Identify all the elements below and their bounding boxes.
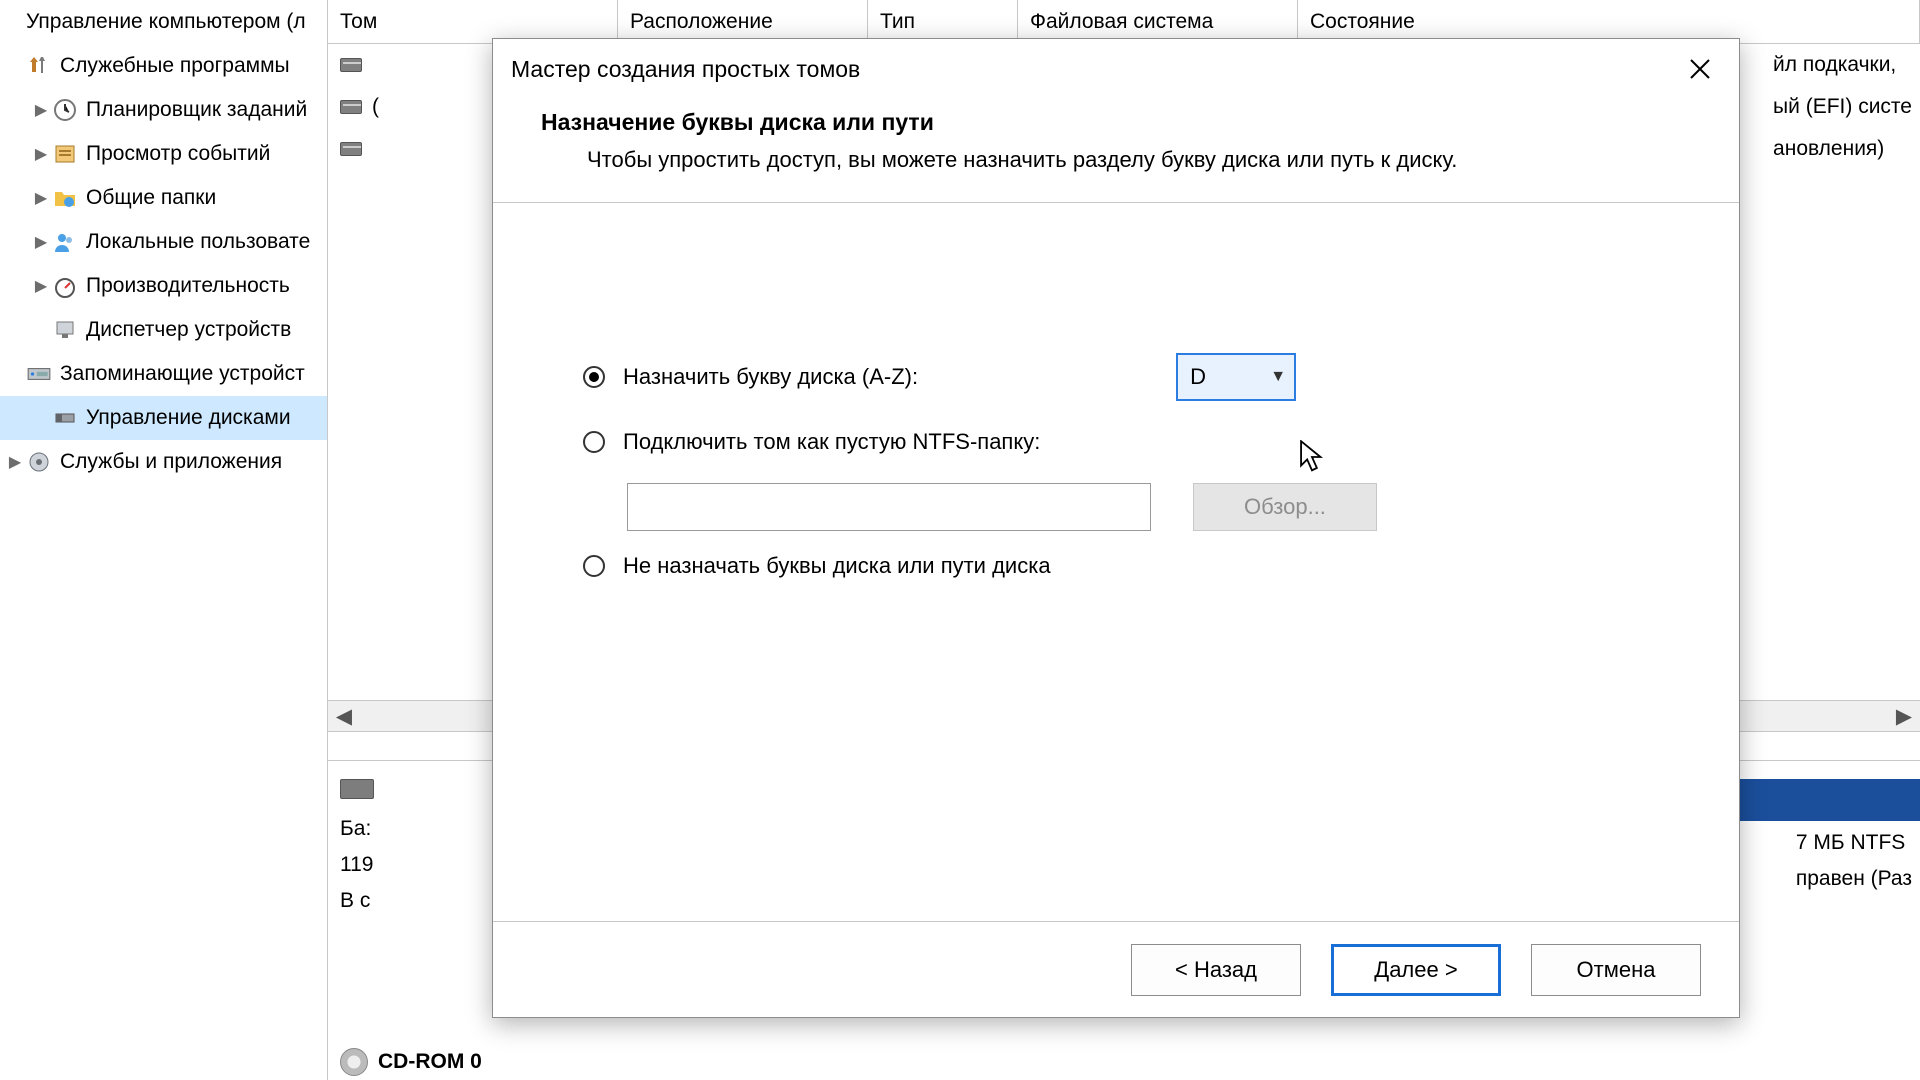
mount-path-input[interactable] bbox=[627, 483, 1151, 531]
scroll-left-icon[interactable]: ◀ bbox=[328, 700, 360, 732]
btn-label: < Назад bbox=[1175, 957, 1257, 983]
part-line: правен (Раз bbox=[1796, 861, 1912, 897]
status-frag: ановления) bbox=[1773, 128, 1912, 170]
row-text: ( bbox=[372, 95, 379, 119]
option-mount-folder[interactable]: Подключить том как пустую NTFS-папку: bbox=[583, 429, 1679, 455]
tree-scheduler[interactable]: ▶ Планировщик заданий bbox=[0, 88, 327, 132]
mount-path-row: Обзор... bbox=[583, 483, 1679, 531]
btn-label: Далее > bbox=[1374, 957, 1457, 983]
radio-assign-label: Назначить букву диска (A-Z): bbox=[623, 364, 918, 390]
tree-label: Планировщик заданий bbox=[86, 98, 307, 122]
close-icon bbox=[1689, 58, 1711, 80]
diskmgmt-icon bbox=[52, 405, 78, 431]
col-label: Тип bbox=[880, 10, 915, 34]
radio-assign[interactable] bbox=[583, 366, 605, 388]
drive-letter-value: D bbox=[1190, 364, 1206, 390]
radio-none-label: Не назначать буквы диска или пути диска bbox=[623, 553, 1051, 579]
drive-letter-combo[interactable]: D ▼ bbox=[1176, 353, 1296, 401]
status-text-fragments: йл подкачки, ый (EFI) систе ановления) bbox=[1773, 44, 1912, 170]
dialog-footer: < Назад Далее > Отмена bbox=[493, 921, 1739, 1017]
col-label: Файловая система bbox=[1030, 10, 1213, 34]
cdrom-label: CD-ROM 0 bbox=[378, 1050, 482, 1074]
dialog-title: Мастер создания простых томов bbox=[511, 56, 860, 83]
part-line: 7 МБ NTFS bbox=[1796, 825, 1912, 861]
disk-icon bbox=[340, 58, 362, 72]
services-icon bbox=[26, 449, 52, 475]
perf-icon bbox=[52, 273, 78, 299]
option-no-letter[interactable]: Не назначать буквы диска или пути диска bbox=[583, 553, 1679, 579]
status-frag: йл подкачки, bbox=[1773, 44, 1912, 86]
disk-icon bbox=[340, 779, 374, 799]
radio-mount[interactable] bbox=[583, 431, 605, 453]
cdrom-icon bbox=[340, 1048, 368, 1076]
dialog-titlebar: Мастер создания простых томов bbox=[493, 39, 1739, 99]
eventlog-icon bbox=[52, 141, 78, 167]
tree-label: Служебные программы bbox=[60, 54, 290, 78]
wizard-dialog: Мастер создания простых томов Назначение… bbox=[492, 38, 1740, 1018]
nav-tree: Управление компьютером (л Служебные прог… bbox=[0, 0, 328, 1080]
cancel-button[interactable]: Отмена bbox=[1531, 944, 1701, 996]
chevron-right-icon: ▶ bbox=[30, 232, 52, 252]
tree-label: Производительность bbox=[86, 274, 290, 298]
radio-mount-label: Подключить том как пустую NTFS-папку: bbox=[623, 429, 1040, 455]
next-button[interactable]: Далее > bbox=[1331, 944, 1501, 996]
users-icon bbox=[52, 229, 78, 255]
tree-label: Управление компьютером (л bbox=[26, 10, 306, 34]
tree-diskmgmt[interactable]: Управление дисками bbox=[0, 396, 327, 440]
back-button[interactable]: < Назад bbox=[1131, 944, 1301, 996]
dialog-description: Чтобы упростить доступ, вы можете назнач… bbox=[587, 144, 1691, 176]
tree-label: Диспетчер устройств bbox=[86, 318, 291, 342]
cdrom-row[interactable]: CD-ROM 0 bbox=[340, 1048, 482, 1076]
option-assign-letter[interactable]: Назначить букву диска (A-Z): D ▼ bbox=[583, 353, 1679, 401]
disk-icon bbox=[340, 100, 362, 114]
tools-icon bbox=[26, 53, 52, 79]
dialog-subheader: Назначение буквы диска или пути Чтобы уп… bbox=[493, 99, 1739, 203]
device-icon bbox=[52, 317, 78, 343]
chevron-right-icon: ▶ bbox=[30, 100, 52, 120]
col-label: Состояние bbox=[1310, 10, 1415, 34]
column-header-fs[interactable]: Файловая система bbox=[1018, 0, 1298, 43]
tree-label: Управление дисками bbox=[86, 406, 291, 430]
column-header-type[interactable]: Тип bbox=[868, 0, 1018, 43]
scroll-right-icon[interactable]: ▶ bbox=[1888, 700, 1920, 732]
tree-label: Локальные пользовате bbox=[86, 230, 310, 254]
tree-label: Запоминающие устройст bbox=[60, 362, 305, 386]
col-label: Расположение bbox=[630, 10, 773, 34]
column-header-status[interactable]: Состояние bbox=[1298, 0, 1920, 43]
chevron-right-icon: ▶ bbox=[30, 276, 52, 296]
column-header-volume[interactable]: Том bbox=[328, 0, 618, 43]
chevron-right-icon: ▶ bbox=[4, 452, 26, 472]
tree-label: Просмотр событий bbox=[86, 142, 270, 166]
tree-perf[interactable]: ▶ Производительность bbox=[0, 264, 327, 308]
partition-info: 7 МБ NTFS правен (Раз bbox=[1796, 825, 1912, 897]
chevron-down-icon: ▼ bbox=[1270, 368, 1286, 386]
radio-none[interactable] bbox=[583, 555, 605, 577]
tree-root[interactable]: Управление компьютером (л bbox=[0, 0, 327, 44]
tree-shared[interactable]: ▶ Общие папки bbox=[0, 176, 327, 220]
dialog-body: Назначить букву диска (A-Z): D ▼ Подключ… bbox=[493, 203, 1739, 921]
tree-label: Общие папки bbox=[86, 186, 216, 210]
btn-label: Отмена bbox=[1577, 957, 1656, 983]
clock-icon bbox=[52, 97, 78, 123]
folder-share-icon bbox=[52, 185, 78, 211]
tree-label: Службы и приложения bbox=[60, 450, 282, 474]
tree-storage[interactable]: Запоминающие устройст bbox=[0, 352, 327, 396]
chevron-right-icon: ▶ bbox=[30, 188, 52, 208]
tree-services[interactable]: ▶ Службы и приложения bbox=[0, 440, 327, 484]
chevron-right-icon: ▶ bbox=[30, 144, 52, 164]
disk-icon bbox=[340, 142, 362, 156]
partition-bar[interactable] bbox=[1730, 779, 1920, 821]
browse-button: Обзор... bbox=[1193, 483, 1377, 531]
column-header-layout[interactable]: Расположение bbox=[618, 0, 868, 43]
dialog-heading: Назначение буквы диска или пути bbox=[541, 109, 1691, 136]
tree-utilities[interactable]: Служебные программы bbox=[0, 44, 327, 88]
status-frag: ый (EFI) систе bbox=[1773, 86, 1912, 128]
storage-icon bbox=[26, 361, 52, 387]
tree-users[interactable]: ▶ Локальные пользовате bbox=[0, 220, 327, 264]
tree-devmgr[interactable]: Диспетчер устройств bbox=[0, 308, 327, 352]
browse-label: Обзор... bbox=[1244, 494, 1326, 520]
close-button[interactable] bbox=[1679, 48, 1721, 90]
tree-events[interactable]: ▶ Просмотр событий bbox=[0, 132, 327, 176]
col-label: Том bbox=[340, 10, 377, 34]
